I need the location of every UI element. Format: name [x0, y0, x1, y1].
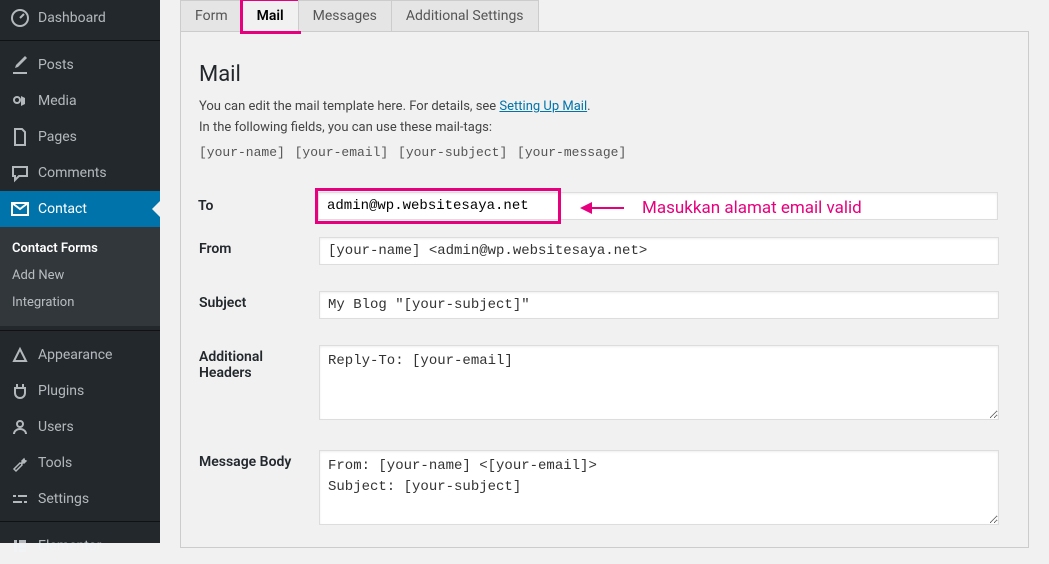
tab-bar: Form Mail Messages Additional Settings: [180, 0, 1029, 32]
sidebar-item-label: Users: [38, 419, 74, 435]
label-subject: Subject: [199, 291, 319, 311]
arrow-icon: [580, 201, 624, 215]
sidebar-item-users[interactable]: Users: [0, 409, 160, 445]
submenu-item-contact-forms[interactable]: Contact Forms: [0, 235, 160, 262]
field-row-subject: Subject: [199, 291, 1010, 319]
field-row-from: From: [199, 237, 1010, 265]
sidebar-item-appearance[interactable]: Appearance: [0, 337, 160, 373]
field-row-body: Message Body: [199, 450, 1010, 529]
users-icon: [10, 417, 30, 437]
intro-text-pre: You can edit the mail template here. For…: [199, 99, 499, 114]
plugins-icon: [10, 381, 30, 401]
tab-mail[interactable]: Mail: [242, 0, 299, 32]
sidebar-item-dashboard[interactable]: Dashboard: [0, 0, 160, 36]
sidebar-item-label: Elementor: [38, 538, 101, 554]
intro-text-post: .: [587, 99, 590, 114]
separator: [0, 36, 160, 41]
tab-form[interactable]: Form: [180, 0, 243, 31]
input-headers[interactable]: [319, 345, 999, 420]
sidebar-item-label: Settings: [38, 491, 89, 507]
sidebar-item-posts[interactable]: Posts: [0, 47, 160, 83]
label-body: Message Body: [199, 450, 319, 470]
sidebar-item-elementor[interactable]: Elementor: [0, 528, 160, 564]
pages-icon: [10, 127, 30, 147]
sidebar-submenu: Contact Forms Add New Integration: [0, 227, 160, 326]
field-row-headers: Additional Headers: [199, 345, 1010, 424]
sidebar-item-plugins[interactable]: Plugins: [0, 373, 160, 409]
input-body[interactable]: [319, 450, 999, 525]
panel-heading: Mail: [199, 62, 1010, 87]
setting-up-mail-link[interactable]: Setting Up Mail: [499, 99, 587, 114]
elementor-icon: [10, 536, 30, 556]
label-to-overlay: To: [198, 198, 213, 214]
label-headers: Additional Headers: [199, 345, 319, 381]
media-icon: [10, 91, 30, 111]
tab-additional-settings[interactable]: Additional Settings: [391, 0, 539, 31]
sidebar-item-label: Tools: [38, 455, 72, 471]
mail-tags: [your-name] [your-email] [your-subject] …: [199, 145, 1010, 160]
sidebar-item-label: Dashboard: [38, 10, 106, 26]
sidebar-item-label: Contact: [38, 201, 87, 217]
comments-icon: [10, 163, 30, 183]
sidebar-item-label: Plugins: [38, 383, 84, 399]
submenu-item-integration[interactable]: Integration: [0, 289, 160, 316]
sidebar-item-media[interactable]: Media: [0, 83, 160, 119]
main-content: Form Mail Messages Additional Settings M…: [160, 0, 1049, 543]
sidebar-item-label: Comments: [38, 165, 107, 181]
submenu-item-add-new[interactable]: Add New: [0, 262, 160, 289]
tab-messages[interactable]: Messages: [298, 0, 392, 31]
annotation-overlay: Masukkan alamat email valid: [580, 198, 862, 218]
annotation-text-overlay: Masukkan alamat email valid: [642, 198, 862, 218]
sidebar-item-contact[interactable]: Contact: [0, 191, 160, 227]
sidebar-item-tools[interactable]: Tools: [0, 445, 160, 481]
contact-icon: [10, 199, 30, 219]
label-from: From: [199, 237, 319, 257]
sidebar-item-pages[interactable]: Pages: [0, 119, 160, 155]
input-from[interactable]: [319, 237, 999, 265]
tools-icon: [10, 453, 30, 473]
separator: [0, 517, 160, 522]
input-subject[interactable]: [319, 291, 999, 319]
to-overlay: To Masukkan alamat email valid: [198, 192, 998, 226]
sidebar-item-settings[interactable]: Settings: [0, 481, 160, 517]
sidebar-item-label: Appearance: [38, 347, 112, 363]
sidebar-item-label: Pages: [38, 129, 77, 145]
posts-icon: [10, 55, 30, 75]
sidebar-item-label: Media: [38, 93, 77, 109]
panel-intro: You can edit the mail template here. For…: [199, 97, 1010, 139]
sidebar-item-label: Posts: [38, 57, 74, 73]
sidebar-item-comments[interactable]: Comments: [0, 155, 160, 191]
admin-sidebar: Dashboard Posts Media Pages Comments Con…: [0, 0, 160, 543]
settings-icon: [10, 489, 30, 509]
appearance-icon: [10, 345, 30, 365]
mail-panel: Mail You can edit the mail template here…: [180, 32, 1029, 548]
separator: [0, 326, 160, 331]
intro-line2: In the following fields, you can use the…: [199, 120, 492, 135]
dashboard-icon: [10, 8, 30, 28]
